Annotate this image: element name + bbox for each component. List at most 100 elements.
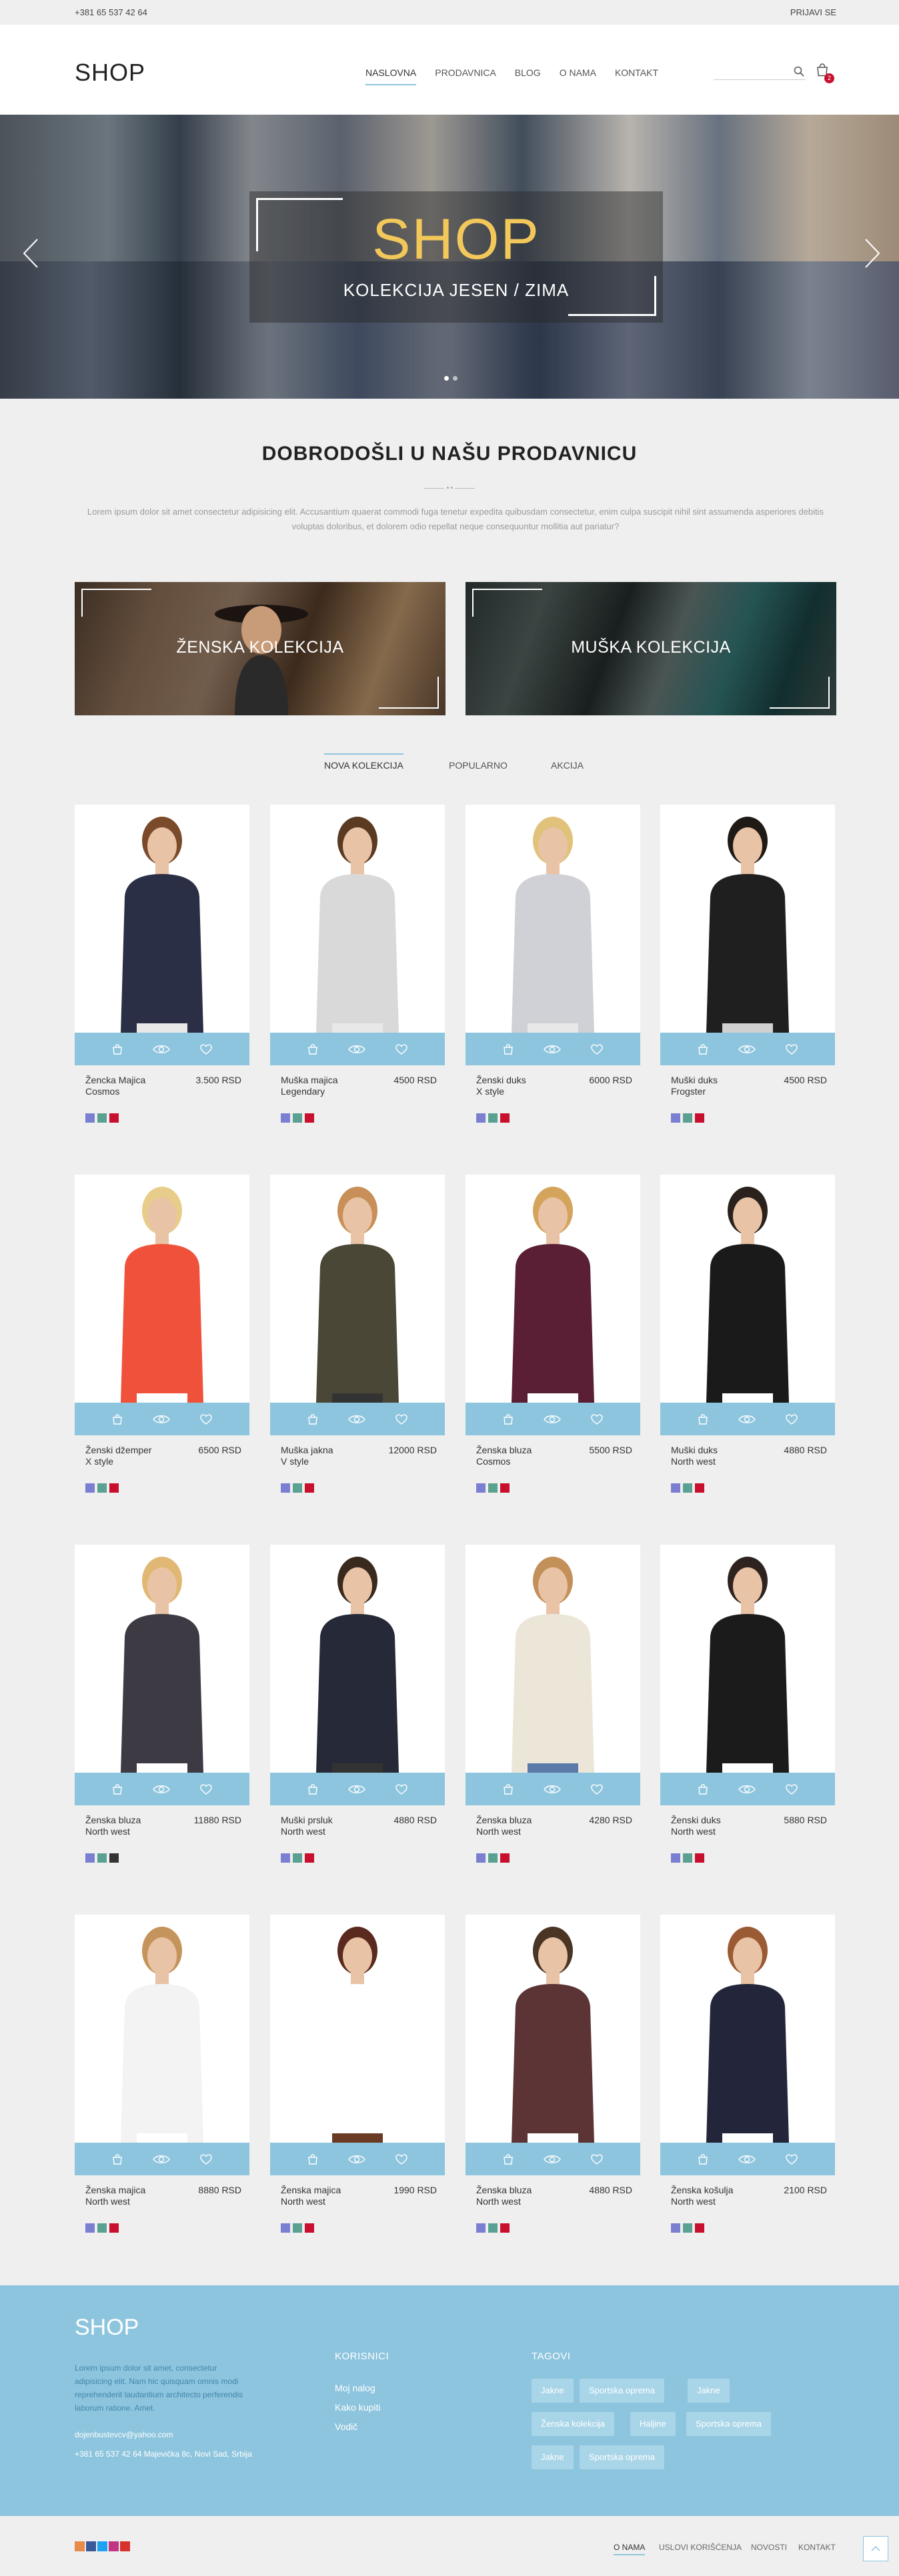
- product-image[interactable]: [466, 1175, 640, 1403]
- product-card[interactable]: Muški duks Frogster 4500 RSD: [660, 805, 835, 1123]
- footer-link-guide[interactable]: Vodič: [335, 2417, 380, 2437]
- product-name[interactable]: Ženski duks North west: [671, 1815, 721, 1837]
- product-name[interactable]: Muška majica Legendary: [281, 1075, 338, 1097]
- footer-logo[interactable]: SHOP: [75, 2315, 139, 2341]
- product-name[interactable]: Ženska majica North west: [85, 2185, 145, 2207]
- wishlist-heart-icon[interactable]: [199, 1413, 213, 1425]
- add-to-cart-icon[interactable]: [502, 1413, 514, 1425]
- color-swatch[interactable]: [85, 1853, 95, 1863]
- color-swatch[interactable]: [109, 1483, 119, 1493]
- color-swatch[interactable]: [695, 1483, 704, 1493]
- color-swatch[interactable]: [97, 1113, 107, 1123]
- quick-view-eye-icon[interactable]: [738, 2154, 756, 2165]
- nav-shop[interactable]: PRODAVNICA: [435, 67, 496, 85]
- slider-dot[interactable]: [444, 376, 449, 381]
- product-image[interactable]: [270, 805, 445, 1033]
- product-image[interactable]: [75, 805, 249, 1033]
- wishlist-heart-icon[interactable]: [395, 1413, 408, 1425]
- wishlist-heart-icon[interactable]: [199, 1783, 213, 1795]
- product-card[interactable]: Ženska bluza North west 4880 RSD: [466, 1915, 640, 2233]
- twitter-icon[interactable]: [97, 2541, 107, 2551]
- product-name[interactable]: Muški prsluk North west: [281, 1815, 333, 1837]
- tag[interactable]: Ženska kolekcija: [532, 2412, 615, 2436]
- wishlist-heart-icon[interactable]: [785, 2153, 798, 2165]
- wishlist-heart-icon[interactable]: [199, 2153, 213, 2165]
- color-swatch[interactable]: [488, 1853, 498, 1863]
- login-link[interactable]: PRIJAVI SE: [790, 7, 836, 17]
- color-swatch[interactable]: [671, 1113, 680, 1123]
- tag[interactable]: Sportska oprema: [580, 2445, 664, 2469]
- rss-icon[interactable]: [75, 2541, 85, 2551]
- product-card[interactable]: Ženski duks North west 5880 RSD: [660, 1545, 835, 1863]
- wishlist-heart-icon[interactable]: [785, 1413, 798, 1425]
- product-image[interactable]: [660, 1175, 835, 1403]
- product-card[interactable]: Ženska majica North west 8880 RSD: [75, 1915, 249, 2233]
- quick-view-eye-icon[interactable]: [738, 1044, 756, 1055]
- bottom-link-news[interactable]: NOVOSTI: [751, 2543, 787, 2552]
- add-to-cart-icon[interactable]: [307, 1783, 319, 1795]
- tag[interactable]: Sportska oprema: [580, 2379, 664, 2403]
- wishlist-heart-icon[interactable]: [590, 1783, 604, 1795]
- tag[interactable]: Jakne: [532, 2379, 574, 2403]
- youtube-icon[interactable]: [120, 2541, 130, 2551]
- add-to-cart-icon[interactable]: [697, 2153, 709, 2165]
- product-name[interactable]: Ženska bluza North west: [476, 2185, 532, 2207]
- product-name[interactable]: Ženski džemper X style: [85, 1445, 152, 1467]
- color-swatch[interactable]: [671, 1853, 680, 1863]
- product-name[interactable]: Muški duks Frogster: [671, 1075, 718, 1097]
- wishlist-heart-icon[interactable]: [785, 1043, 798, 1055]
- product-name[interactable]: Ženska košulja North west: [671, 2185, 733, 2207]
- add-to-cart-icon[interactable]: [502, 1043, 514, 1055]
- quick-view-eye-icon[interactable]: [544, 2154, 561, 2165]
- color-swatch[interactable]: [671, 2223, 680, 2233]
- color-swatch[interactable]: [683, 1853, 692, 1863]
- women-collection-banner[interactable]: ŽENSKA KOLEKCIJA: [75, 582, 445, 715]
- color-swatch[interactable]: [109, 2223, 119, 2233]
- footer-link-account[interactable]: Moj nalog: [335, 2379, 380, 2398]
- back-to-top-button[interactable]: [863, 2536, 888, 2561]
- quick-view-eye-icon[interactable]: [544, 1414, 561, 1425]
- product-card[interactable]: Ženska bluza North west 4280 RSD: [466, 1545, 640, 1863]
- product-name[interactable]: Ženska bluza North west: [85, 1815, 141, 1837]
- product-image[interactable]: [660, 1915, 835, 2143]
- product-card[interactable]: Ženski duks X style 6000 RSD: [466, 805, 640, 1123]
- product-image[interactable]: [270, 1545, 445, 1773]
- add-to-cart-icon[interactable]: [111, 1413, 123, 1425]
- wishlist-heart-icon[interactable]: [395, 1043, 408, 1055]
- color-swatch[interactable]: [85, 1483, 95, 1493]
- color-swatch[interactable]: [476, 1483, 486, 1493]
- tag[interactable]: Jakne: [688, 2379, 730, 2403]
- wishlist-heart-icon[interactable]: [395, 2153, 408, 2165]
- nav-home[interactable]: NASLOVNA: [365, 67, 417, 85]
- product-image[interactable]: [660, 1545, 835, 1773]
- color-swatch[interactable]: [85, 1113, 95, 1123]
- color-swatch[interactable]: [293, 1483, 302, 1493]
- product-name[interactable]: Ženski duks X style: [476, 1075, 526, 1097]
- wishlist-heart-icon[interactable]: [590, 1043, 604, 1055]
- product-name[interactable]: Žencka Majica Cosmos: [85, 1075, 145, 1097]
- bottom-link-terms[interactable]: USLOVI KORIŠĆENJA: [659, 2543, 742, 2552]
- wishlist-heart-icon[interactable]: [199, 1043, 213, 1055]
- slider-dot[interactable]: [453, 376, 458, 381]
- color-swatch[interactable]: [476, 1853, 486, 1863]
- product-name[interactable]: Muški duks North west: [671, 1445, 718, 1467]
- color-swatch[interactable]: [97, 1853, 107, 1863]
- color-swatch[interactable]: [97, 2223, 107, 2233]
- tab-popular[interactable]: POPULARNO: [449, 760, 508, 771]
- tag[interactable]: Sportska oprema: [686, 2412, 771, 2436]
- nav-about[interactable]: O NAMA: [560, 67, 596, 85]
- color-swatch[interactable]: [97, 1483, 107, 1493]
- color-swatch[interactable]: [476, 2223, 486, 2233]
- color-swatch[interactable]: [305, 1113, 314, 1123]
- quick-view-eye-icon[interactable]: [348, 1784, 365, 1795]
- product-name[interactable]: Ženska bluza North west: [476, 1815, 532, 1837]
- product-name[interactable]: Ženska bluza Cosmos: [476, 1445, 532, 1467]
- product-card[interactable]: Žencka Majica Cosmos 3.500 RSD: [75, 805, 249, 1123]
- color-swatch[interactable]: [671, 1483, 680, 1493]
- slider-next-arrow-icon[interactable]: [864, 238, 880, 277]
- slider-prev-arrow-icon[interactable]: [23, 238, 39, 277]
- quick-view-eye-icon[interactable]: [544, 1044, 561, 1055]
- search-icon[interactable]: [794, 66, 804, 80]
- color-swatch[interactable]: [305, 2223, 314, 2233]
- product-image[interactable]: [75, 1915, 249, 2143]
